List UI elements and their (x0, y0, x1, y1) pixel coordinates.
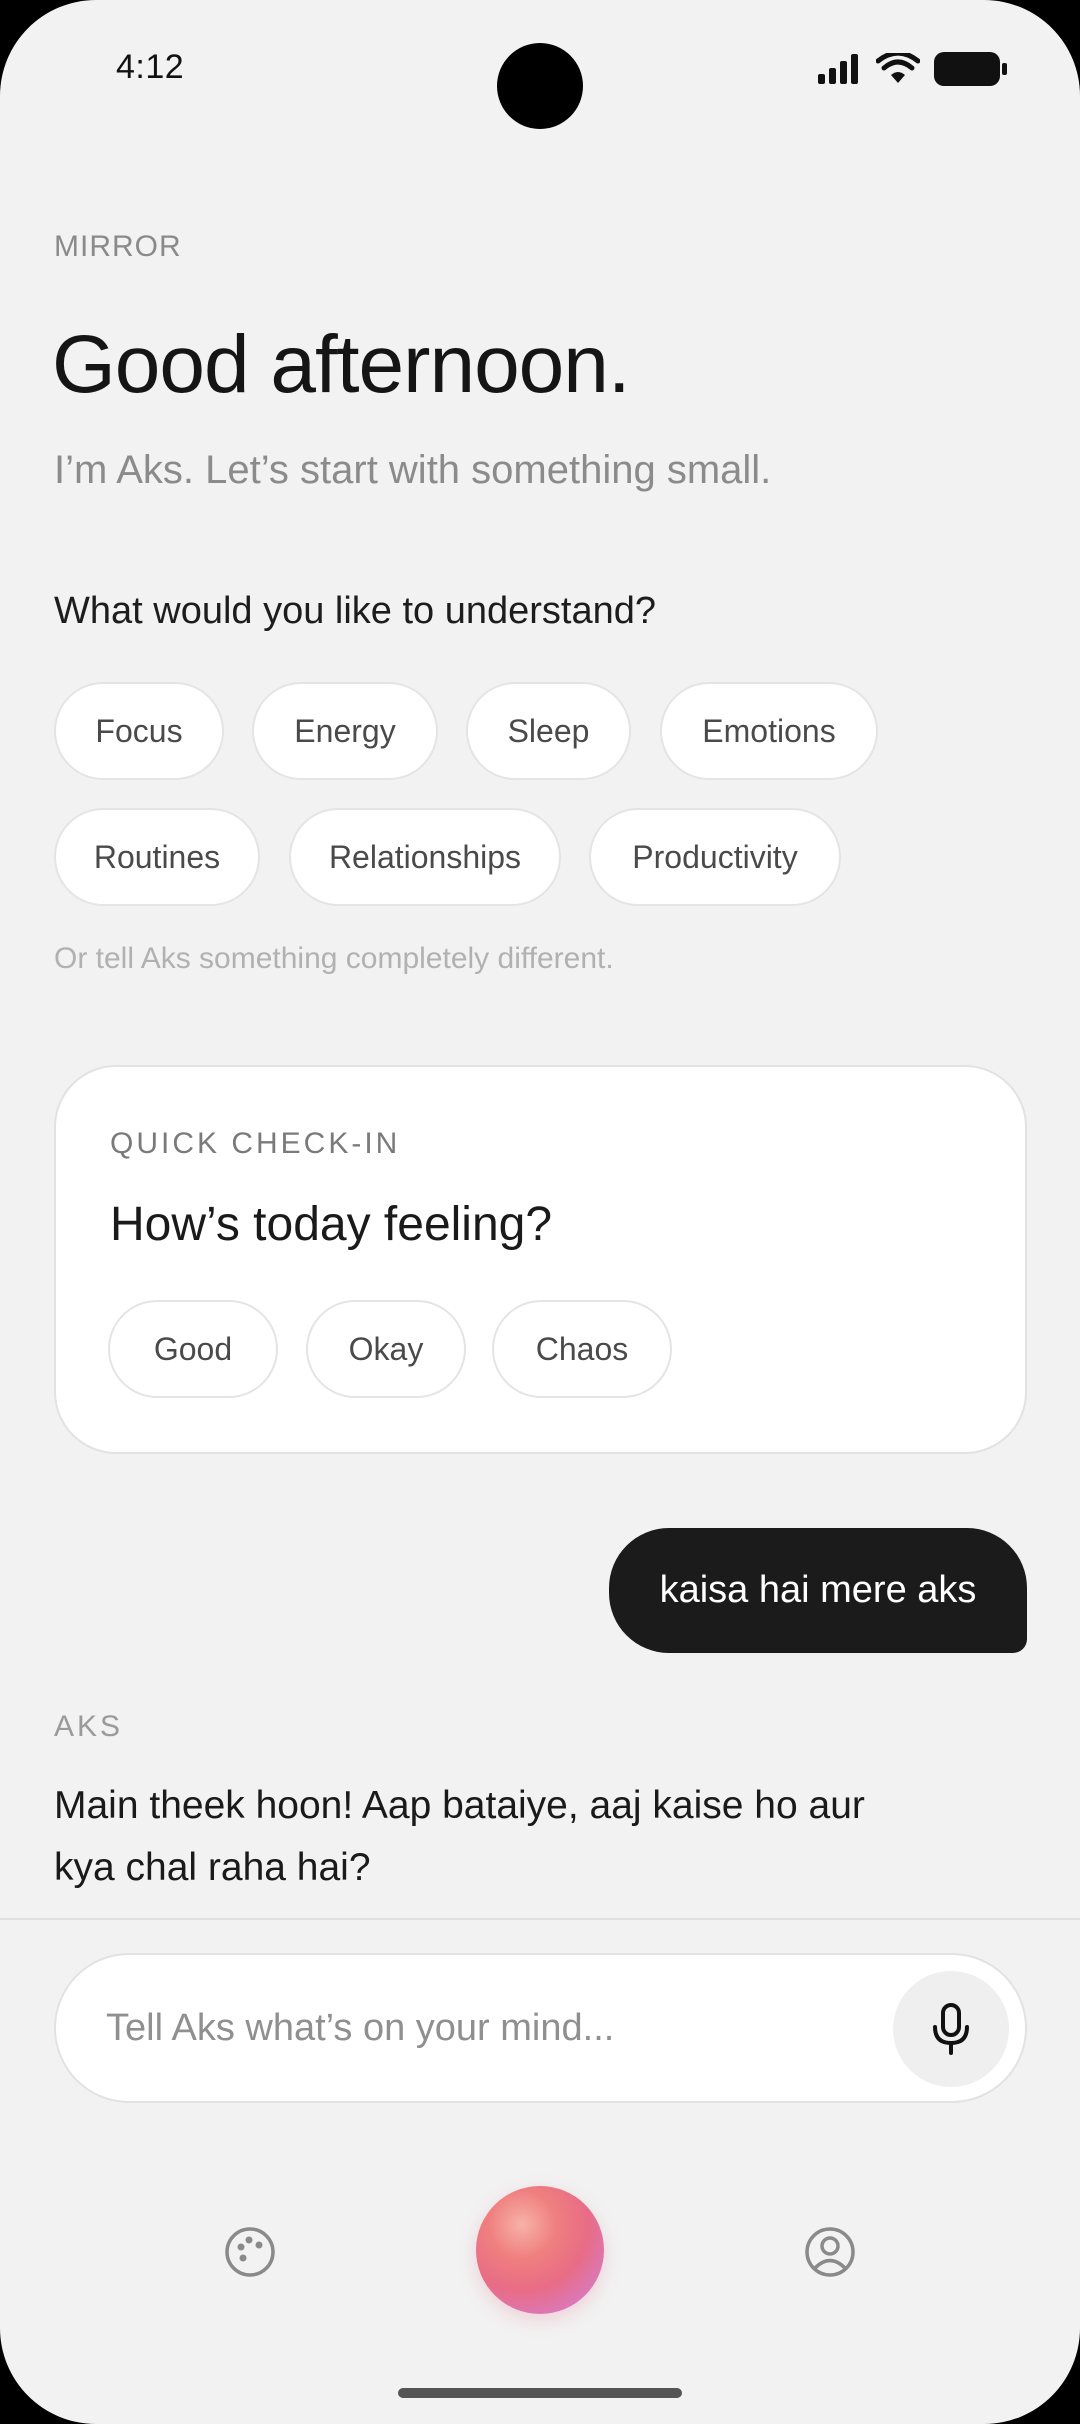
topic-chip-routines[interactable]: Routines (54, 808, 260, 906)
topic-chip-relationships[interactable]: Relationships (289, 808, 561, 906)
page-title: Good afternoon. (52, 319, 631, 410)
topic-chip-sleep[interactable]: Sleep (466, 682, 631, 780)
checkin-eyebrow: QUICK CHECK-IN (110, 1127, 401, 1160)
topic-chip-focus[interactable]: Focus (54, 682, 224, 780)
message-input[interactable] (106, 1955, 906, 2101)
topic-chip-energy[interactable]: Energy (252, 682, 438, 780)
palette-icon[interactable] (223, 2225, 277, 2279)
battery-icon (934, 52, 1007, 86)
topics-hint: Or tell Aks something completely differe… (54, 942, 614, 975)
checkin-option-okay[interactable]: Okay (306, 1300, 466, 1398)
assistant-message: Main theek hoon! Aap bataiye, aaj kaise … (54, 1784, 865, 1889)
status-icons (818, 52, 1008, 86)
topics-question: What would you like to understand? (54, 590, 657, 632)
status-time: 4:12 (116, 48, 185, 86)
quick-checkin-card: QUICK CHECK-IN How’s today feeling? Good… (54, 1065, 1027, 1454)
microphone-icon (933, 2003, 969, 2055)
checkin-option-chaos[interactable]: Chaos (492, 1300, 672, 1398)
topic-chip-productivity[interactable]: Productivity (589, 808, 841, 906)
mic-button[interactable] (893, 1971, 1009, 2087)
message-composer (54, 1953, 1027, 2103)
aks-orb-button[interactable] (476, 2186, 604, 2314)
home-indicator[interactable] (398, 2388, 682, 2398)
app-screen: 4:12 MIRROR Good afternoon. I’m Aks. Let… (0, 0, 1080, 2424)
assistant-label: AKS (54, 1710, 124, 1743)
checkin-option-good[interactable]: Good (108, 1300, 278, 1398)
signal-icon (818, 54, 858, 84)
composer-divider (0, 1918, 1080, 1920)
camera-cutout (497, 43, 583, 129)
topic-chip-emotions[interactable]: Emotions (660, 682, 878, 780)
checkin-title: How’s today feeling? (110, 1198, 553, 1251)
app-eyebrow: MIRROR (54, 230, 182, 263)
wifi-icon (876, 53, 920, 83)
profile-icon[interactable] (803, 2225, 857, 2279)
user-message-bubble: kaisa hai mere aks (609, 1528, 1027, 1653)
page-subtitle: I’m Aks. Let’s start with something smal… (54, 448, 772, 492)
